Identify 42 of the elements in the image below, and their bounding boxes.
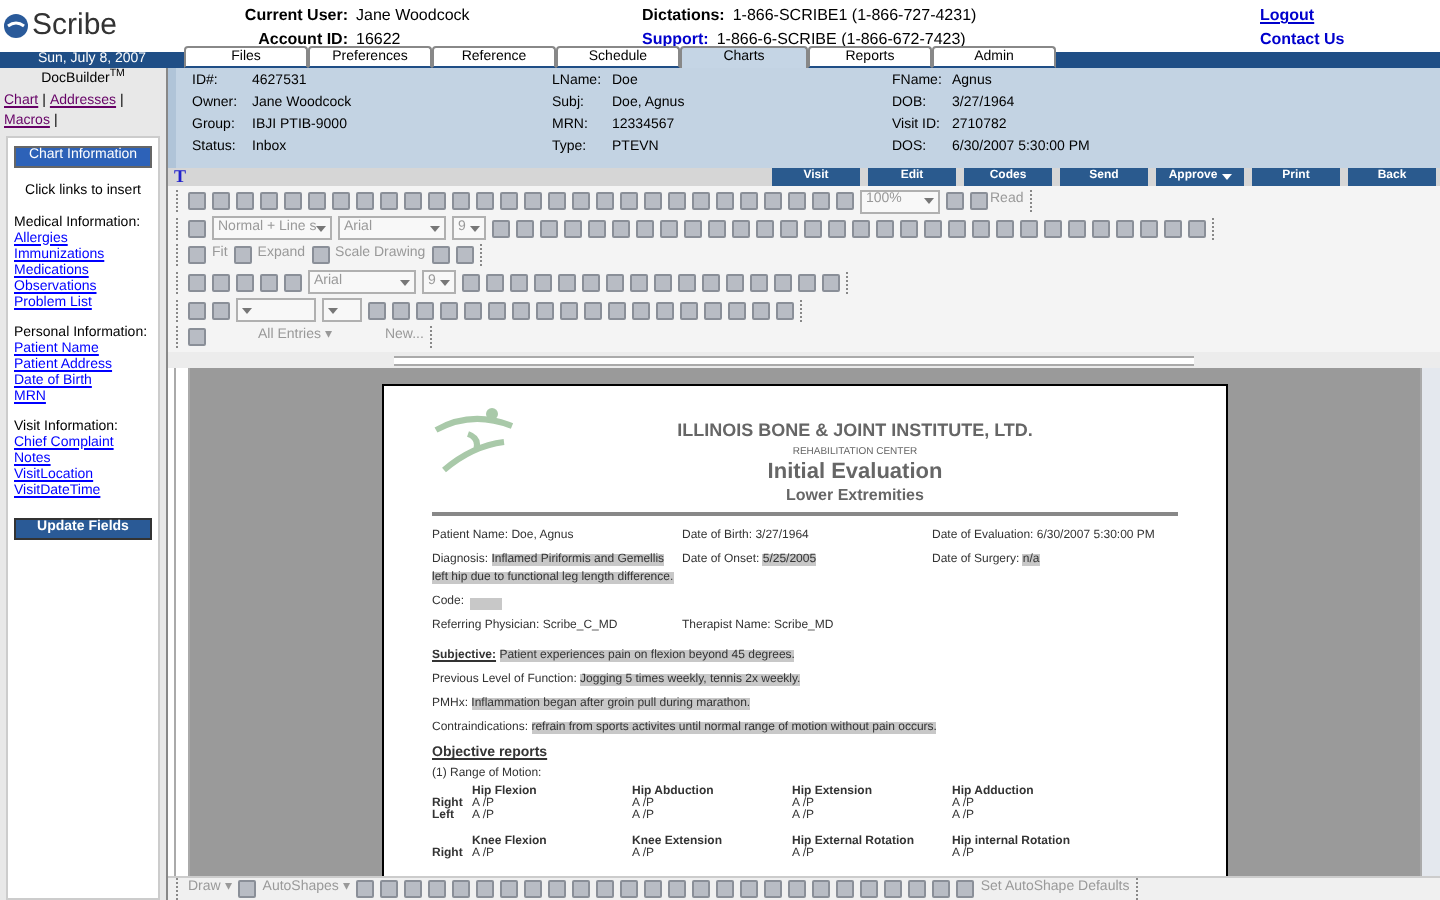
toolbar-grip[interactable] bbox=[429, 326, 436, 348]
caret-icon bbox=[400, 279, 410, 285]
toolbar-grip[interactable] bbox=[1135, 878, 1142, 900]
editor-mark: T bbox=[174, 163, 187, 190]
toolbar-grip[interactable] bbox=[1212, 217, 1218, 239]
field-label: Account ID: bbox=[256, 28, 348, 49]
caret-icon bbox=[242, 307, 252, 313]
logo-text: Scribe bbox=[32, 6, 118, 46]
toolbar-grip[interactable] bbox=[176, 326, 182, 348]
toolbar-grip[interactable] bbox=[846, 271, 852, 293]
phone-number: 1-866-SCRIBE1 (1-866-727-4231) bbox=[732, 4, 977, 28]
document-title: Initial Evaluation bbox=[767, 460, 943, 484]
header-link[interactable]: Logout bbox=[1260, 4, 1345, 28]
caret-icon bbox=[316, 225, 327, 231]
account-id: 16622 bbox=[356, 28, 401, 50]
phone-number: 1-866-6-SCRIBE (1-866-672-7423) bbox=[716, 28, 966, 49]
toolbar-grip[interactable] bbox=[176, 190, 182, 212]
dropdown-field[interactable] bbox=[322, 298, 362, 322]
header-link[interactable]: Contact Us bbox=[1260, 28, 1345, 52]
caret-icon bbox=[924, 198, 934, 204]
caret-icon bbox=[470, 225, 480, 231]
vertical-scrollbar[interactable] bbox=[1420, 368, 1440, 876]
toolbar-grip[interactable] bbox=[176, 271, 182, 293]
organization-name: ILLINOIS BONE & JOINT INSTITUTE, LTD. bbox=[677, 418, 1033, 444]
toolbar-grip[interactable] bbox=[176, 878, 182, 900]
caret-icon bbox=[328, 307, 338, 313]
toolbar-grip[interactable] bbox=[176, 244, 182, 266]
toolbar-grip[interactable] bbox=[1029, 190, 1036, 212]
caret-icon bbox=[440, 279, 450, 285]
support-link[interactable]: Support: bbox=[642, 28, 709, 52]
user-name: Jane Woodcock bbox=[356, 4, 470, 28]
field-label: Current User: bbox=[242, 4, 348, 28]
dropdown-field[interactable] bbox=[236, 298, 316, 322]
empty-field[interactable] bbox=[470, 597, 503, 609]
field-label: Dictations: bbox=[642, 4, 725, 28]
document-subtitle: Lower Extremities bbox=[786, 484, 924, 508]
toolbar-grip[interactable] bbox=[800, 299, 806, 321]
toolbar-grip[interactable] bbox=[176, 299, 182, 321]
caret-icon bbox=[430, 225, 440, 231]
toolbar-button-icon[interactable] bbox=[238, 880, 257, 898]
toolbar-grip[interactable] bbox=[479, 244, 486, 266]
toolbar-grip[interactable] bbox=[176, 217, 182, 239]
